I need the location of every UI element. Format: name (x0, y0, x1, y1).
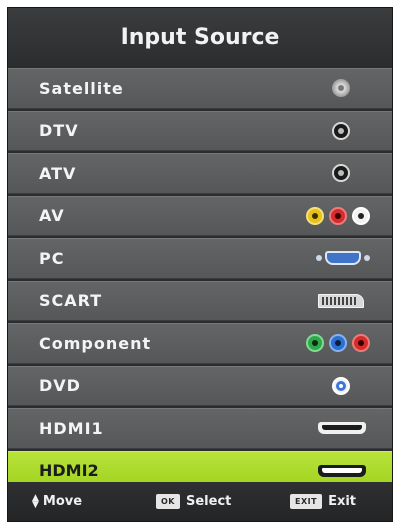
scart-connector-icon (318, 293, 364, 308)
source-item-label: SCART (39, 291, 103, 311)
menu-footer: ▲ ▼ Move OK Select EXIT Exit (8, 482, 392, 521)
source-item-label: DTV (39, 121, 79, 141)
hdmi-connector-icon (318, 422, 366, 435)
source-item-label: Component (39, 333, 152, 353)
source-item-pc[interactable]: PC (8, 238, 392, 279)
source-item-label: AV (39, 206, 65, 226)
menu-title: Input Source (120, 24, 280, 50)
source-item-label: ATV (39, 163, 77, 183)
move-label: Move (42, 494, 83, 509)
vga-connector-icon (316, 250, 372, 266)
exit-key-icon: EXIT (290, 494, 323, 509)
source-item-dtv[interactable]: DTV (8, 110, 392, 151)
exit-label: Exit (328, 494, 357, 509)
rca-composite-icon (306, 206, 370, 225)
exit-hint: EXIT Exit (290, 482, 356, 521)
up-down-arrows-icon: ▲ ▼ (32, 492, 39, 510)
coax-connector-icon (332, 121, 350, 140)
coax-connector-icon (332, 164, 350, 183)
source-item-label: PC (39, 248, 65, 268)
rca-component-icon (306, 334, 370, 353)
input-source-list: Satellite DTV ATV AV PC SCART Component … (8, 68, 392, 493)
hdmi-connector-icon (318, 464, 366, 477)
source-item-label: HDMI1 (39, 418, 104, 438)
source-item-hdmi1[interactable]: HDMI1 (8, 408, 392, 449)
select-hint: OK Select (156, 482, 231, 521)
move-hint: ▲ ▼ Move (32, 482, 82, 521)
dvd-connector-icon (332, 376, 350, 395)
source-item-component[interactable]: Component (8, 323, 392, 364)
source-item-av[interactable]: AV (8, 195, 392, 236)
select-label: Select (186, 494, 232, 509)
input-source-menu: Input Source Satellite DTV ATV AV PC SCA… (7, 7, 393, 522)
satellite-connector-icon (332, 79, 350, 98)
source-item-dvd[interactable]: DVD (8, 365, 392, 406)
source-item-label: Satellite (39, 78, 124, 98)
source-item-atv[interactable]: ATV (8, 153, 392, 194)
menu-title-bar: Input Source (8, 8, 392, 66)
source-item-label: DVD (39, 376, 81, 396)
ok-key-icon: OK (156, 494, 180, 509)
source-item-scart[interactable]: SCART (8, 280, 392, 321)
source-item-satellite[interactable]: Satellite (8, 68, 392, 109)
